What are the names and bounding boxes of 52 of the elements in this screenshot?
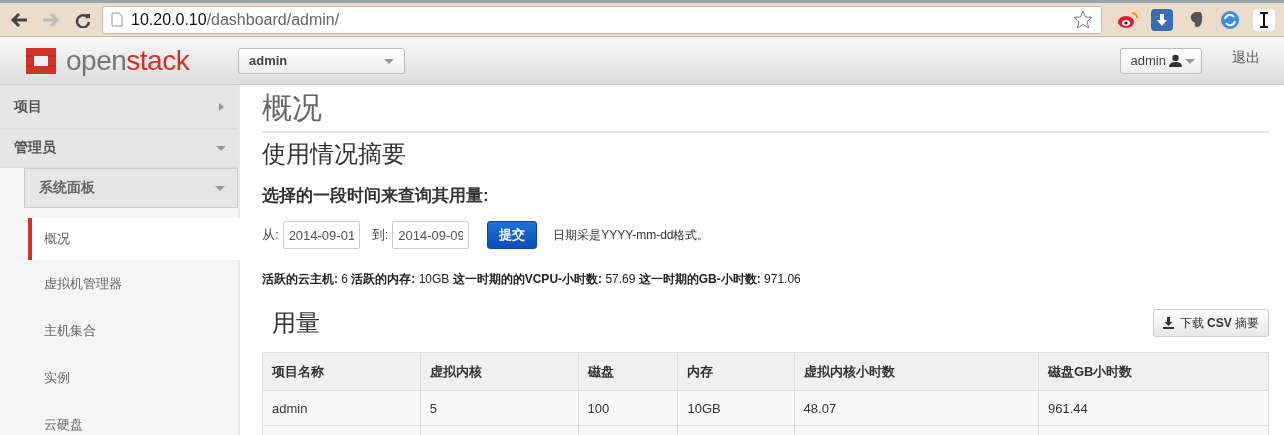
section-title: 使用情况摘要 xyxy=(262,139,407,169)
project-select[interactable]: admin xyxy=(238,47,405,74)
column-header: 项目名称 xyxy=(262,352,421,391)
forward-arrow-icon xyxy=(42,11,60,28)
logo-icon xyxy=(24,45,58,76)
usage-stats: 活跃的云主机: 6 活跃的内存: 10GB 这一时期的的VCPU-小时数: 57.69 这一时期的GB-小时数: 971.06 xyxy=(262,271,802,288)
logout-link[interactable]: 退出 xyxy=(1232,48,1260,67)
user-menu[interactable]: admin xyxy=(1119,47,1202,74)
to-label: 到: xyxy=(371,226,389,244)
reload-icon xyxy=(75,11,91,28)
caret-icon xyxy=(215,183,225,193)
page-icon xyxy=(111,12,123,27)
sync-icon[interactable] xyxy=(1219,8,1241,31)
query-heading: 选择的一段时间来查询其用量: xyxy=(262,185,490,207)
table-cell: admin xyxy=(262,390,421,426)
table-cell: 10GB xyxy=(678,390,795,426)
submit-button[interactable]: 提交 xyxy=(487,221,538,249)
date-format-hint: 日期采是YYYY-mm-dd格式。 xyxy=(553,226,710,244)
user-icon xyxy=(1169,54,1182,67)
from-date-field[interactable]: 2014-09-01 xyxy=(282,221,360,249)
caret-icon xyxy=(216,143,226,153)
sidebar-group[interactable]: 系统面板 xyxy=(24,168,238,208)
download-icon xyxy=(1162,317,1175,329)
column-header: 虚拟内核 xyxy=(420,352,578,391)
to-date-field[interactable]: 2014-09-09 xyxy=(392,221,470,249)
table-cell: 48.07 xyxy=(794,390,1039,426)
sidebar-section[interactable]: 项目 xyxy=(0,85,238,130)
from-label: 从: xyxy=(262,226,279,244)
download-csv-button[interactable]: 下载 CSV 摘要 xyxy=(1152,309,1269,337)
table-cell: 5 xyxy=(420,390,578,426)
column-header: 磁盘GB小时数 xyxy=(1038,352,1269,391)
text-cursor-icon[interactable] xyxy=(1253,8,1275,31)
logo-text: openstack xyxy=(66,44,190,77)
nav-item[interactable]: 主机集合 xyxy=(28,307,240,354)
table-cell: 100 xyxy=(578,390,678,426)
nav-item[interactable]: 概况 xyxy=(28,218,240,260)
caret-icon xyxy=(216,101,226,112)
address-bar[interactable]: 10.20.0.10/dashboard/admin/ xyxy=(102,5,1102,34)
nav-item[interactable]: 虚拟机管理器 xyxy=(28,260,240,307)
table-cell: 961.44 xyxy=(1038,390,1269,426)
nav-item[interactable]: 实例 xyxy=(28,354,240,401)
download-icon[interactable] xyxy=(1151,8,1173,31)
back-arrow-icon xyxy=(10,11,28,28)
star-icon[interactable] xyxy=(1073,9,1093,30)
column-header: 内存 xyxy=(678,352,795,391)
column-header: 磁盘 xyxy=(578,352,678,391)
nav-item[interactable]: 云硬盘 xyxy=(28,401,240,435)
sidebar-section[interactable]: 管理员 xyxy=(0,130,238,168)
url-text: 10.20.0.10/dashboard/admin/ xyxy=(131,10,340,29)
page-title: 概况 xyxy=(262,91,323,125)
usage-title: 用量 xyxy=(272,308,320,338)
column-header: 虚拟内核小时数 xyxy=(794,352,1039,391)
